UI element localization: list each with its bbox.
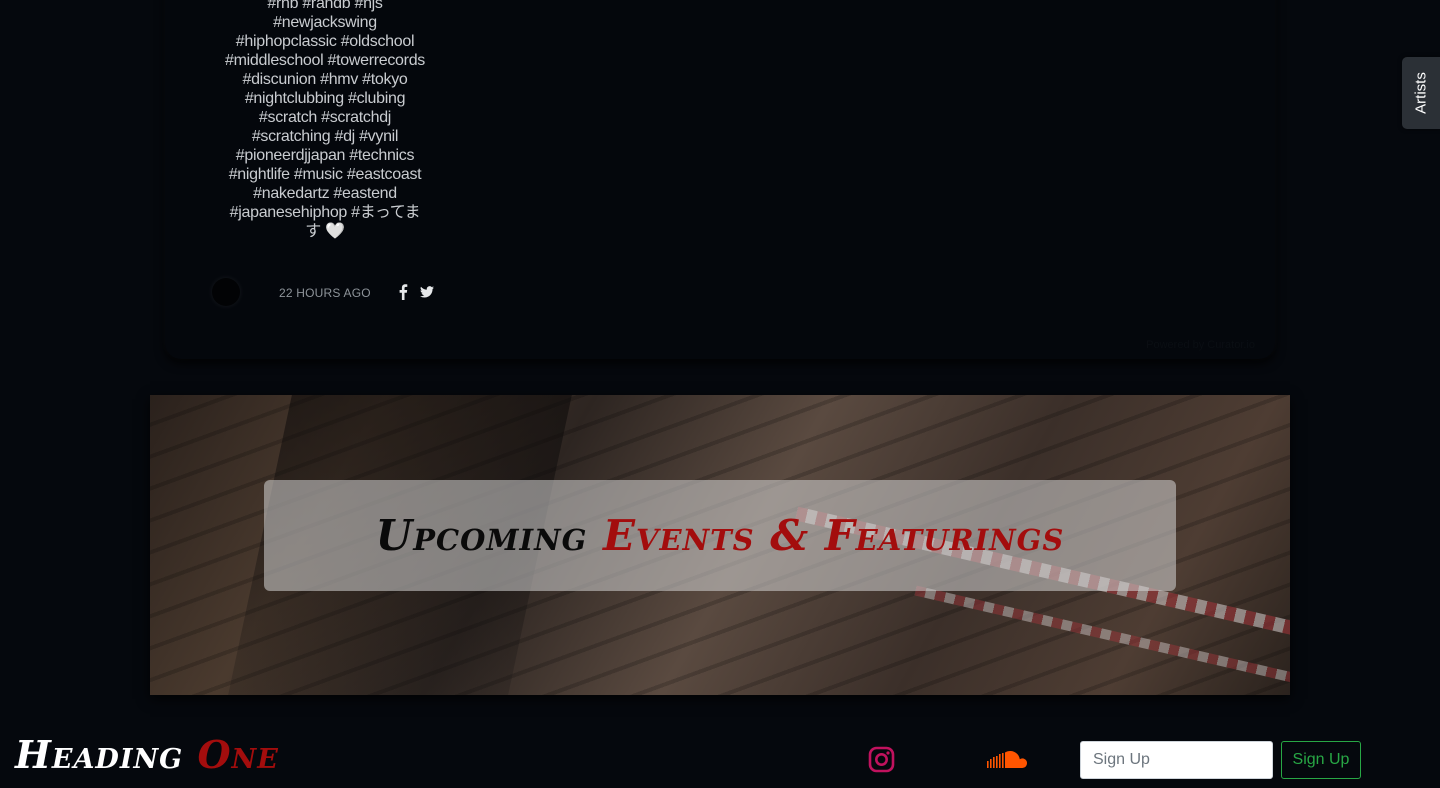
banner-background-stripes [914,585,1290,695]
twitter-icon[interactable] [420,285,434,299]
post-text-line: す 🤍 [305,223,345,240]
post-text-line: #newjackswing [273,14,377,31]
footer-heading-part: Heading [15,732,198,777]
post-text-line: #japanesehiphop #まってま [229,204,421,221]
footer-heading-accent: One [197,732,279,777]
artists-side-tab[interactable]: Artists [1402,57,1440,129]
post-text-line: #hiphopclassic #oldschool [235,33,415,50]
footer-heading: Heading One [15,732,279,777]
post-text-line: #discunion #hmv #tokyo [242,71,408,88]
post-timestamp[interactable]: 22 HOURS AGO [279,286,371,300]
avatar[interactable] [212,278,240,306]
post-text-line: #nightlife #music #eastcoast [228,166,422,183]
post-text-line: #nakedartz #eastend [253,185,397,202]
post-text-line: #scratch #scratchdj [258,109,392,126]
signup-email-input[interactable] [1080,741,1273,779]
post-meta: 22 HOURS AGO [212,278,452,306]
post-text-line: #middleschool #towerrecords [224,52,425,69]
signup-button[interactable]: Sign Up [1281,741,1361,779]
events-title-accent: Events & Featurings [602,511,1065,560]
artists-side-tab-label: Artists [1412,72,1430,114]
post-text-line: #scratching #dj #vynil [251,128,399,145]
instagram-icon[interactable] [868,746,895,773]
post-text-line: #pioneerdjjapan #technics [235,147,415,164]
facebook-icon[interactable] [398,284,408,300]
soundcloud-icon[interactable] [987,751,1028,769]
events-title-part: Upcoming [375,511,603,560]
post-text-line: #rnb #randb #njs [267,0,383,12]
banner-title-box: Upcoming Events & Featurings [264,480,1176,591]
post-text: #rnb #randb #njs #newjackswing #hiphopcl… [210,0,440,241]
events-title: Upcoming Events & Featurings [376,511,1065,560]
powered-by-text[interactable]: Powered by Curator.io [1146,339,1255,351]
events-banner: Upcoming Events & Featurings [150,395,1290,695]
post-text-line: #nightclubbing #clubing [244,90,406,107]
